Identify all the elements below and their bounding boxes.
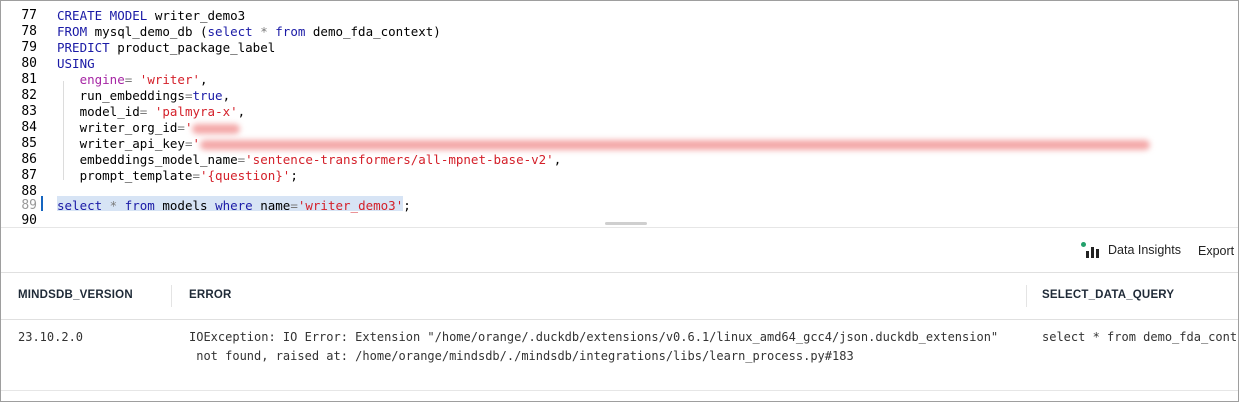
line-number: 82 [21, 88, 37, 103]
code-token: PREDICT [57, 40, 118, 55]
code-token: true [192, 88, 223, 103]
table-header: MINDSDB_VERSION ERROR SELECT_DATA_QUERY [1, 273, 1238, 320]
results-toolbar: Data Insights Export [1, 228, 1238, 273]
code-line[interactable]: FROM mysql_demo_db (select * from demo_f… [57, 24, 441, 39]
code-token: embeddings_model_name [57, 152, 238, 167]
code-line[interactable]: run_embeddings=true, [57, 88, 231, 103]
column-header-error[interactable]: ERROR [189, 289, 232, 301]
code-token: where [215, 198, 261, 213]
code-token: writer_org_id [57, 120, 178, 135]
code-token: = [177, 120, 185, 135]
code-token: models [162, 198, 216, 213]
code-token: select [57, 198, 103, 213]
chart-insights-icon [1080, 242, 1100, 258]
code-line[interactable]: writer_api_key=' [57, 136, 1164, 151]
code-line[interactable]: embeddings_model_name='sentence-transfor… [57, 152, 562, 167]
code-token: , [237, 104, 246, 119]
cell-select-data-query: select * from demo_fda_cont [1042, 330, 1238, 344]
code-token: from [124, 198, 163, 213]
line-number: 79 [21, 40, 37, 55]
code-token: product_package_label [117, 40, 276, 55]
code-line[interactable]: select * from models where name='writer_… [57, 198, 411, 213]
line-number: 78 [21, 24, 37, 39]
code-token: , [553, 152, 562, 167]
code-token: prompt_template [57, 168, 193, 183]
code-token: mysql_demo_db ( [94, 24, 208, 39]
line-number: 87 [21, 168, 37, 183]
code-token: name [260, 198, 291, 213]
code-token: 'writer' [139, 72, 201, 87]
redacted-value [192, 123, 241, 134]
code-token: = [124, 72, 140, 87]
code-token: engine [79, 72, 125, 87]
line-number: 80 [21, 56, 37, 71]
code-token: ' [184, 120, 193, 135]
line-number-gutter: 77 78 79 80 81 82 83 84 85 86 87 88 89 9… [1, 1, 45, 227]
column-separator[interactable] [171, 285, 172, 307]
code-token: CREATE MODEL [57, 8, 155, 23]
resize-handle[interactable] [605, 222, 647, 225]
code-token: '{question}' [200, 168, 291, 183]
code-token: = [139, 104, 155, 119]
code-token: USING [57, 56, 95, 71]
code-token: 'sentence-transformers/all-mpnet-base-v2… [245, 152, 554, 167]
data-insights-label: Data Insights [1108, 243, 1181, 257]
code-line[interactable]: engine= 'writer', [57, 72, 208, 87]
code-token: run_embeddings [57, 88, 185, 103]
code-token: model_id [57, 104, 140, 119]
code-token: = [290, 198, 298, 213]
line-number: 85 [21, 136, 37, 151]
code-line[interactable]: model_id= 'palmyra-x', [57, 104, 246, 119]
cell-error-line-1: IOException: IO Error: Extension "/home/… [189, 330, 999, 344]
code-token: 'writer_demo3' [297, 198, 404, 213]
cell-mindsdb-version: 23.10.2.0 [18, 330, 84, 344]
code-token: * [252, 24, 276, 39]
code-line[interactable]: prompt_template='{question}'; [57, 168, 298, 183]
code-token: ; [290, 168, 298, 183]
code-token: , [200, 72, 208, 87]
data-insights-button[interactable]: Data Insights [1080, 240, 1181, 260]
cell-error-line-2: not found, raised at: /home/orange/minds… [189, 349, 854, 363]
table-row[interactable]: 23.10.2.0 IOException: IO Error: Extensi… [1, 320, 1238, 391]
column-header-mindsdb-version[interactable]: MINDSDB_VERSION [18, 289, 133, 301]
line-number: 89 [21, 198, 37, 213]
code-line[interactable]: PREDICT product_package_label [57, 40, 275, 55]
code-token: writer_api_key [57, 136, 185, 151]
line-number: 86 [21, 152, 37, 167]
code-token: 'palmyra-x' [154, 104, 238, 119]
code-line[interactable]: USING [57, 56, 95, 71]
column-separator[interactable] [1026, 285, 1027, 307]
line-number: 83 [21, 104, 37, 119]
code-token: writer_demo3 [154, 8, 246, 23]
line-number: 90 [21, 213, 37, 227]
code-token: select [207, 24, 253, 39]
code-token: ' [192, 136, 200, 151]
line-number: 81 [21, 72, 37, 87]
sql-editor[interactable]: 77 78 79 80 81 82 83 84 85 86 87 88 89 9… [1, 1, 1238, 227]
redacted-value [200, 139, 1150, 150]
line-number: 84 [21, 120, 37, 135]
code-line[interactable]: writer_org_id=' [57, 120, 253, 135]
export-button[interactable]: Export [1198, 244, 1234, 258]
code-token: ; [403, 198, 411, 213]
code-token: , [222, 88, 231, 103]
code-token: demo_fda_context) [305, 24, 441, 39]
code-token: * [102, 198, 125, 213]
line-number: 77 [21, 8, 37, 23]
code-line[interactable]: CREATE MODEL writer_demo3 [57, 8, 245, 23]
code-token: from [275, 24, 306, 39]
query-editor-panel: 77 78 79 80 81 82 83 84 85 86 87 88 89 9… [0, 0, 1239, 402]
column-header-select-data-query[interactable]: SELECT_DATA_QUERY [1042, 289, 1174, 301]
code-token: = [192, 168, 200, 183]
code-token: FROM [57, 24, 95, 39]
line-number: 88 [21, 184, 37, 199]
